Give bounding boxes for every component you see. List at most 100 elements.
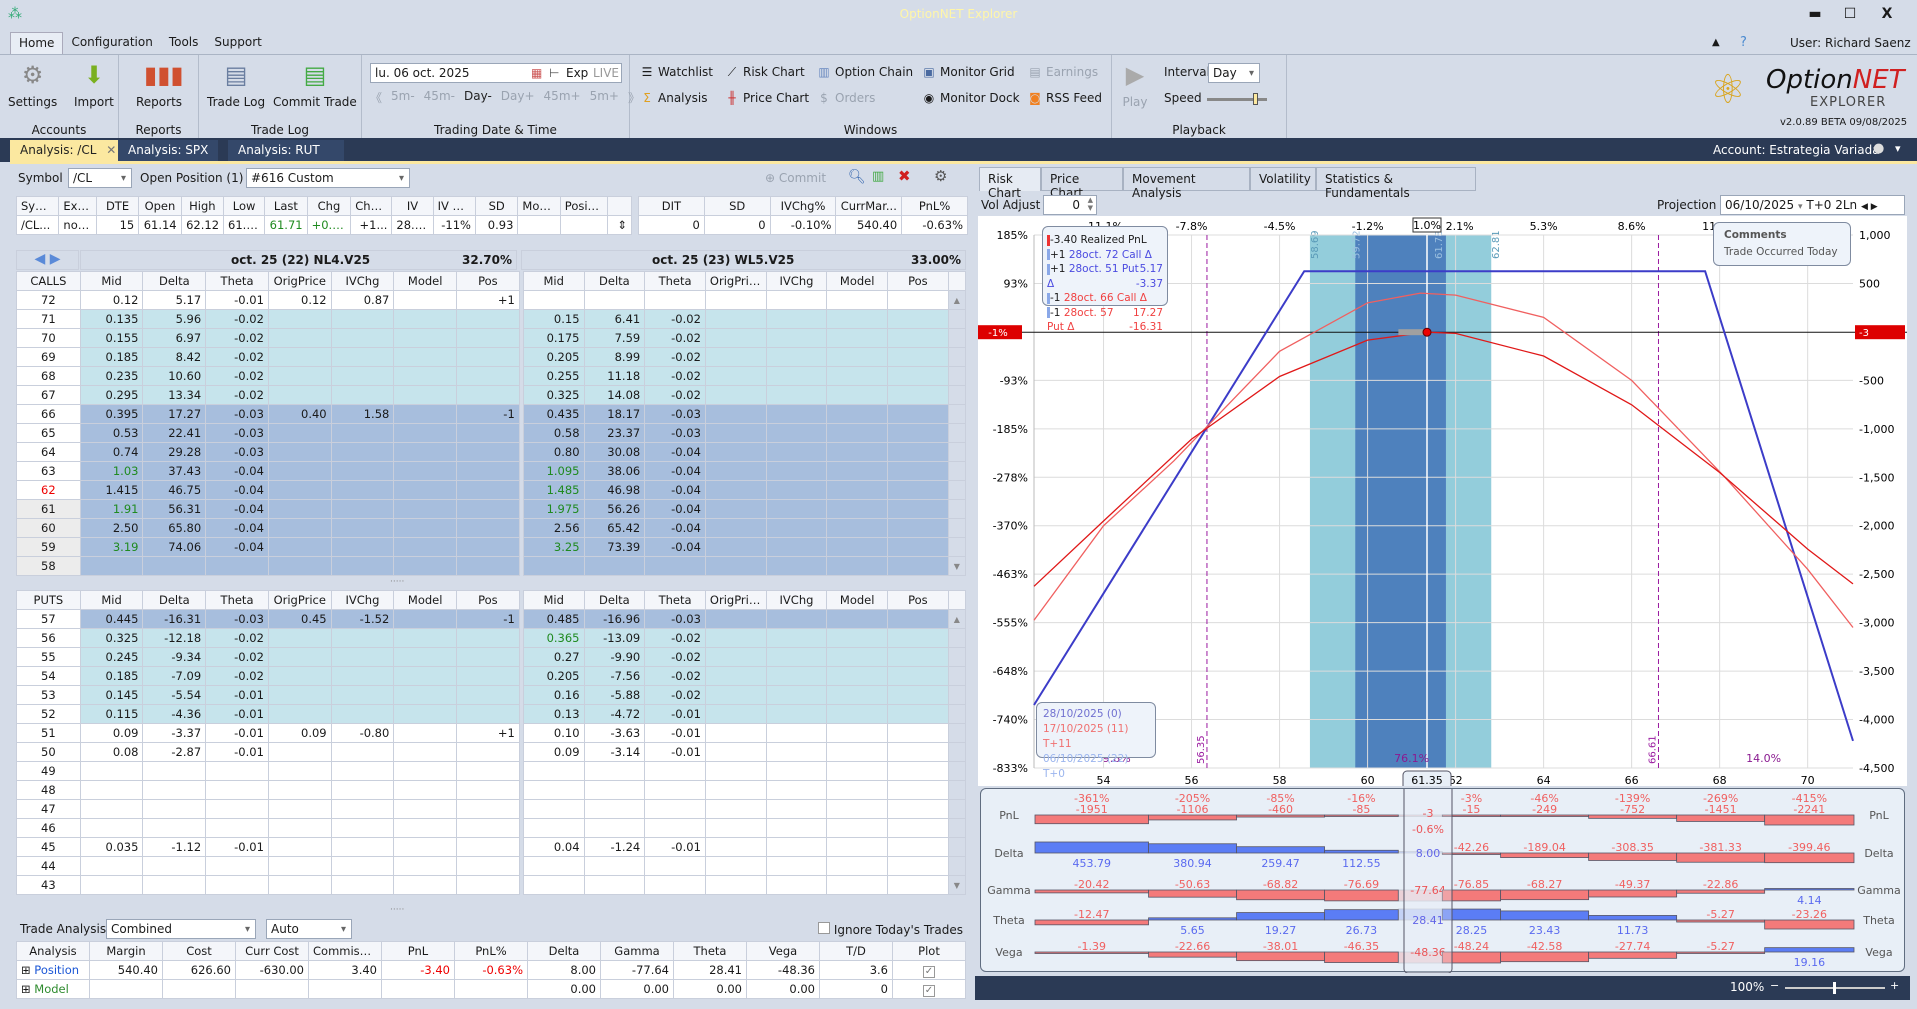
next-expiry-icon[interactable]: ▶ [50, 251, 61, 267]
option-cell[interactable]: -0.04 [644, 480, 706, 500]
scrollbar[interactable] [947, 442, 966, 462]
watchlist-button[interactable]: ☰ Watchlist [640, 65, 713, 79]
column-header[interactable]: SD [703, 196, 771, 216]
option-cell[interactable] [393, 423, 458, 443]
option-cell[interactable] [205, 556, 269, 576]
option-cell[interactable]: 73.39 [583, 537, 646, 557]
option-cell[interactable] [456, 423, 520, 443]
option-cell[interactable] [330, 780, 395, 800]
step-5m-forward[interactable]: 5m+ [590, 89, 619, 106]
menu-support[interactable]: Support [206, 32, 269, 54]
option-cell[interactable] [330, 518, 395, 538]
option-row[interactable]: 61 1.91 56.31 -0.04 1.975 56.26 -0.04 [16, 499, 966, 519]
option-cell[interactable]: -13.09 [583, 628, 646, 648]
tab-analysis-spx[interactable]: Analysis: SPX [118, 140, 219, 162]
option-cell[interactable] [393, 856, 458, 876]
speed-slider-thumb[interactable] [1253, 93, 1258, 105]
option-cell[interactable] [330, 799, 395, 819]
column-header[interactable]: Theta [673, 941, 747, 961]
option-cell[interactable] [522, 290, 585, 310]
strike-cell[interactable]: 49 [16, 761, 81, 781]
scrollbar[interactable]: ▼ [947, 875, 966, 895]
strike-cell[interactable]: 55 [16, 647, 81, 667]
column-header[interactable]: Model [393, 271, 458, 291]
option-cell[interactable]: 1.095 [522, 461, 585, 481]
option-cell[interactable]: -0.04 [644, 442, 706, 462]
option-cell[interactable]: 0.27 [522, 647, 585, 667]
option-cell[interactable]: -0.04 [205, 518, 269, 538]
option-cell[interactable]: -0.04 [205, 499, 269, 519]
strike-cell[interactable]: 53 [16, 685, 81, 705]
option-cell[interactable] [393, 799, 458, 819]
column-header[interactable]: Delta [583, 271, 646, 291]
column-header[interactable]: SD [474, 196, 519, 216]
column-header[interactable]: OrigPrice [267, 590, 332, 610]
option-row[interactable]: 58 ▼ [16, 556, 966, 576]
option-cell[interactable]: -0.02 [644, 385, 706, 405]
option-cell[interactable] [583, 780, 646, 800]
option-cell[interactable]: -0.02 [205, 628, 269, 648]
option-cell[interactable] [522, 780, 585, 800]
option-cell[interactable] [826, 404, 889, 424]
option-cell[interactable] [704, 537, 767, 557]
strike-cell[interactable]: 52 [16, 704, 81, 724]
column-header[interactable]: Model [826, 590, 889, 610]
monitor-grid-button[interactable]: ▣ Monitor Grid [922, 65, 1014, 79]
column-header[interactable]: Delta [583, 590, 646, 610]
option-cell[interactable]: -0.02 [644, 628, 706, 648]
option-cell[interactable] [887, 385, 949, 405]
option-row[interactable]: 43 ▼ [16, 875, 966, 895]
option-cell[interactable] [765, 628, 828, 648]
option-cell[interactable] [826, 685, 889, 705]
option-row[interactable]: 72 0.12 5.17 -0.01 0.12 0.87 +1 ▲ [16, 290, 966, 310]
orders-button[interactable]: $ Orders [817, 91, 875, 105]
step-day-forward[interactable]: Day+ [501, 89, 535, 106]
column-header[interactable]: Gamma [600, 941, 674, 961]
option-cell[interactable]: 3.19 [79, 537, 144, 557]
option-cell[interactable]: 0.09 [79, 723, 144, 743]
column-header[interactable]: Pos [887, 271, 949, 291]
option-cell[interactable] [826, 480, 889, 500]
option-cell[interactable] [887, 780, 949, 800]
row-spinner[interactable]: ⇕ [607, 215, 632, 235]
option-cell[interactable] [765, 480, 828, 500]
option-cell[interactable] [887, 537, 949, 557]
strike-cell[interactable]: 68 [16, 366, 81, 386]
option-cell[interactable] [765, 742, 828, 762]
option-cell[interactable] [522, 856, 585, 876]
option-cell[interactable] [765, 685, 828, 705]
option-cell[interactable] [704, 856, 767, 876]
option-cell[interactable] [826, 647, 889, 667]
option-cell[interactable] [704, 875, 767, 895]
option-cell[interactable] [79, 799, 144, 819]
option-cell[interactable]: 0.035 [79, 837, 144, 857]
option-cell[interactable]: 29.28 [142, 442, 207, 462]
option-cell[interactable]: 23.37 [583, 423, 646, 443]
option-cell[interactable] [456, 875, 520, 895]
search-icon[interactable]: 🔍︎ [848, 169, 866, 185]
price-chart-button[interactable]: ╫ Price Chart [725, 91, 809, 105]
column-header[interactable]: PnL% [901, 196, 968, 216]
column-header[interactable]: High [180, 196, 225, 216]
option-cell[interactable] [765, 647, 828, 667]
option-cell[interactable] [765, 290, 828, 310]
option-cell[interactable] [267, 628, 332, 648]
option-cell[interactable] [765, 461, 828, 481]
scrollbar[interactable] [947, 818, 966, 838]
minimize-button[interactable]: ▬ [1800, 6, 1830, 22]
option-cell[interactable] [330, 347, 395, 367]
option-cell[interactable] [330, 837, 395, 857]
option-cell[interactable] [704, 628, 767, 648]
option-cell[interactable] [456, 328, 520, 348]
option-cell[interactable] [456, 837, 520, 857]
strike-cell[interactable]: 66 [16, 404, 81, 424]
option-cell[interactable]: 74.06 [142, 537, 207, 557]
option-cell[interactable] [704, 556, 767, 576]
option-cell[interactable] [267, 499, 332, 519]
option-cell[interactable] [267, 875, 332, 895]
option-cell[interactable] [887, 461, 949, 481]
option-cell[interactable] [826, 518, 889, 538]
option-cell[interactable] [704, 799, 767, 819]
option-cell[interactable]: -5.88 [583, 685, 646, 705]
option-cell[interactable] [765, 556, 828, 576]
